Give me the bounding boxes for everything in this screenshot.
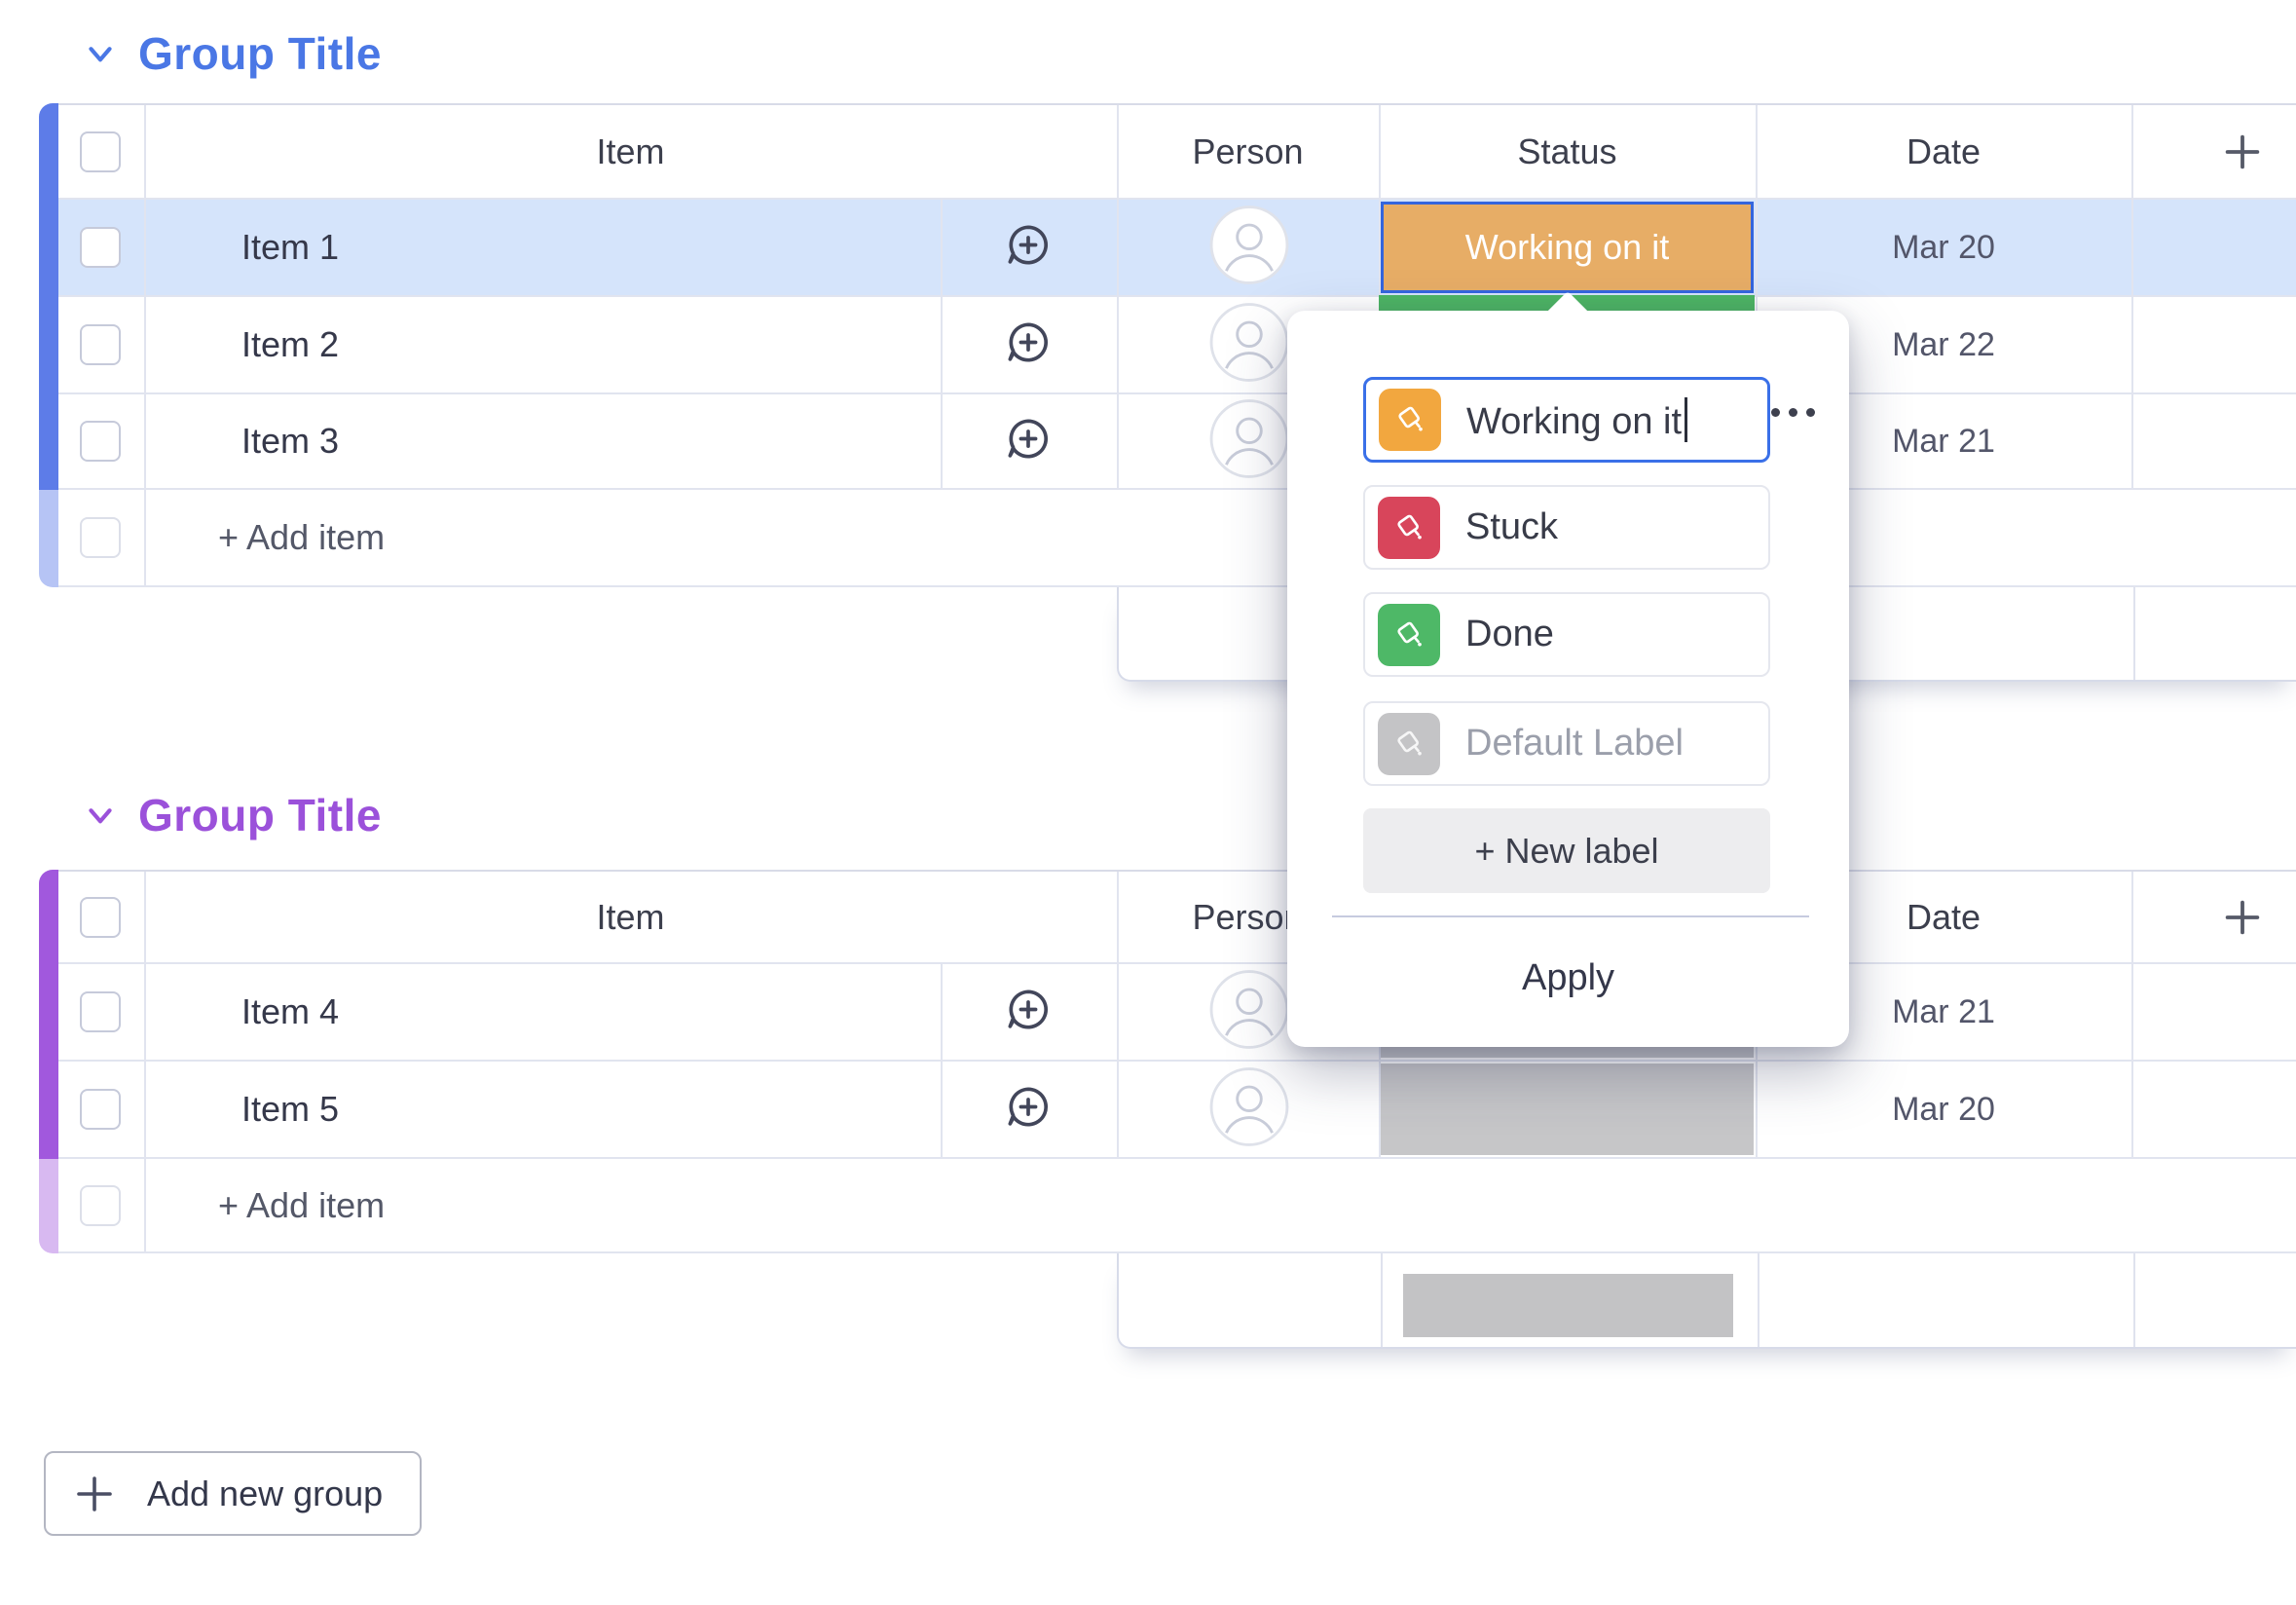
group-title[interactable]: Group Title [138, 789, 382, 841]
status-distribution-bar [1403, 1274, 1733, 1337]
row-checkbox[interactable] [80, 1089, 121, 1130]
label-options-menu-icon[interactable] [1771, 408, 1815, 417]
column-header-date[interactable]: Date [1756, 105, 2131, 198]
add-new-group-label: Add new group [147, 1474, 383, 1514]
person-avatar[interactable] [1209, 970, 1289, 1055]
table-row[interactable]: Item 5 Mar 20 [58, 1062, 2296, 1159]
table-row[interactable]: Item 1 Working on it Mar 20 [58, 200, 2296, 297]
group-2-header: Group Title [82, 789, 382, 841]
add-item-row[interactable]: + Add item [58, 1159, 2296, 1253]
label-text: Done [1465, 614, 1554, 655]
add-update-icon[interactable] [1003, 985, 1054, 1040]
item-name-cell[interactable]: Item 5 [144, 1062, 436, 1157]
group-1-table: Item Person Status Date Item 1 [39, 103, 2296, 684]
row-checkbox[interactable] [80, 227, 121, 268]
column-header-item[interactable]: Item [144, 872, 1117, 962]
row-checkbox[interactable] [80, 991, 121, 1032]
table-row[interactable]: Item 4 Mar 21 [58, 964, 2296, 1062]
date-cell[interactable]: Mar 20 [1756, 200, 2131, 295]
plus-icon [71, 1471, 118, 1517]
add-item-row[interactable]: + Add item [58, 490, 2296, 587]
add-update-icon[interactable] [1003, 317, 1054, 373]
table-header-row: Item Person Status Date [58, 103, 2296, 200]
table-header-row: Item Person Status Date [58, 870, 2296, 964]
chevron-down-icon[interactable] [82, 797, 119, 834]
apply-button[interactable]: Apply [1287, 957, 1849, 999]
new-label-button[interactable]: + New label [1363, 808, 1770, 893]
text-cursor [1685, 397, 1687, 442]
add-column-icon[interactable] [2220, 895, 2265, 940]
add-new-group-button[interactable]: Add new group [44, 1451, 422, 1536]
add-update-icon[interactable] [1003, 220, 1054, 276]
status-cell[interactable] [1381, 1064, 1754, 1155]
select-all-checkbox[interactable] [80, 897, 121, 938]
add-update-icon[interactable] [1003, 414, 1054, 469]
paint-bucket-icon [1378, 497, 1440, 559]
table-row[interactable]: Item 3 Mar 21 [58, 394, 2296, 490]
row-checkbox[interactable] [80, 324, 121, 365]
board-canvas: Group Title Item Person Status Date Item… [0, 0, 2296, 1605]
person-avatar[interactable] [1209, 205, 1289, 290]
label-edit-input[interactable]: Working on it [1363, 377, 1770, 463]
label-option-stuck[interactable]: Stuck [1363, 485, 1770, 570]
add-column-icon[interactable] [2220, 130, 2265, 174]
group-2-table: Item Person Status Date Item 4 [39, 870, 2296, 1351]
status-cell[interactable]: Working on it [1381, 202, 1754, 293]
add-item-button[interactable]: + Add item [218, 490, 385, 585]
label-text: Stuck [1465, 506, 1558, 548]
group-color-bar [39, 870, 58, 1159]
label-text: Working on it [1466, 397, 1687, 443]
column-header-person[interactable]: Person [1117, 105, 1379, 198]
group-1-header: Group Title [82, 27, 382, 80]
popup-divider [1332, 915, 1809, 917]
person-avatar[interactable] [1209, 1067, 1289, 1152]
person-avatar[interactable] [1209, 303, 1289, 388]
table-row[interactable]: Item 2 Mar 22 [58, 297, 2296, 394]
status-label-popup: Working on it Stuck Done [1287, 311, 1849, 1047]
add-update-icon[interactable] [1003, 1082, 1054, 1138]
label-option-default[interactable]: Default Label [1363, 701, 1770, 786]
group-color-bar-faded [39, 1159, 58, 1253]
group-color-bar-faded [39, 490, 58, 587]
label-text: Default Label [1465, 723, 1684, 765]
column-header-item[interactable]: Item [144, 105, 1117, 198]
select-all-checkbox[interactable] [80, 131, 121, 172]
paint-bucket-icon [1378, 713, 1440, 775]
group-color-bar [39, 103, 58, 490]
group-title[interactable]: Group Title [138, 27, 382, 80]
item-name-cell[interactable]: Item 4 [144, 964, 436, 1060]
add-item-button[interactable]: + Add item [218, 1159, 385, 1251]
group-summary-row [1117, 1253, 2296, 1349]
person-avatar[interactable] [1209, 399, 1289, 484]
paint-bucket-icon [1378, 604, 1440, 666]
date-cell[interactable]: Mar 20 [1756, 1062, 2131, 1157]
item-name-cell[interactable]: Item 2 [144, 297, 436, 392]
paint-bucket-icon [1379, 389, 1441, 451]
chevron-down-icon[interactable] [82, 35, 119, 72]
row-checkbox-disabled [80, 517, 121, 558]
column-header-status[interactable]: Status [1379, 105, 1756, 198]
row-checkbox-disabled [80, 1185, 121, 1226]
item-name-cell[interactable]: Item 1 [144, 200, 436, 295]
row-checkbox[interactable] [80, 421, 121, 462]
label-option-done[interactable]: Done [1363, 592, 1770, 677]
item-name-cell[interactable]: Item 3 [144, 394, 436, 488]
